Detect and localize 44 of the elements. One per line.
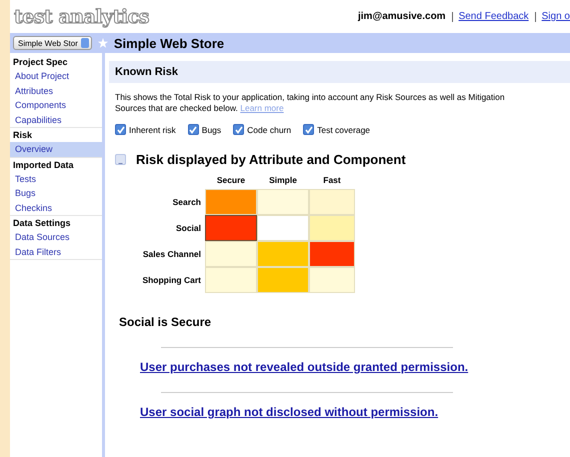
sidebar-item[interactable]: Overview — [10, 142, 102, 156]
sidebar-item[interactable]: Checkins — [10, 200, 102, 215]
column-header: Fast — [322, 175, 342, 187]
heatmap-cell[interactable] — [205, 215, 257, 241]
row-header: Search — [172, 196, 202, 209]
panel-title: Known Risk — [109, 61, 570, 83]
detail-title: Social is Secure — [118, 314, 212, 329]
capability-link[interactable]: User social graph not disclosed without permission. — [109, 393, 570, 419]
column-header: Simple — [268, 175, 298, 187]
collapse-icon[interactable] — [115, 154, 126, 165]
sidebar-item[interactable]: Tests — [10, 172, 102, 186]
checkbox[interactable] — [115, 124, 126, 135]
row-header: Social — [174, 222, 202, 235]
user-email: jim@amusive.com — [358, 11, 446, 22]
sidebar-item[interactable]: About Project — [10, 69, 102, 84]
description: This shows the Total Risk to your application, taking into account any Risk Sources as well as Mitigation Sources that are checked below. Learn more — [114, 91, 506, 114]
capability-link[interactable]: User purchases not revealed outside granted permission. — [109, 348, 570, 374]
sidebar-item[interactable]: Components — [10, 98, 102, 112]
row-header: Shopping Cart — [141, 274, 202, 287]
sidebar-heading: Data Settings — [12, 217, 72, 230]
sidebar-item[interactable]: Data Filters — [10, 244, 102, 259]
checkbox-label: Test coverage — [317, 124, 370, 134]
checkbox[interactable] — [303, 124, 314, 135]
sidebar-heading: Imported Data — [12, 158, 75, 172]
row-header: Sales Channel — [142, 248, 202, 261]
sidebar-item[interactable]: Bugs — [10, 186, 102, 200]
project-selector[interactable]: Simple Web Stor — [13, 36, 92, 50]
sidebar-heading: Project Spec — [12, 56, 69, 69]
section-title: Risk displayed by Attribute and Component — [136, 152, 406, 167]
sidebar-item[interactable]: Capabilities — [10, 112, 102, 127]
header-link[interactable]: Sign o — [542, 11, 570, 22]
column-header: Secure — [216, 175, 246, 187]
sidebar-item[interactable]: Attributes — [10, 84, 102, 98]
checkbox[interactable] — [233, 124, 244, 135]
checkbox-label: Inherent risk — [129, 124, 176, 134]
sidebar-item[interactable]: Data Sources — [10, 230, 102, 244]
project-title: Simple Web Store — [114, 36, 224, 50]
checkbox-label: Code churn — [247, 124, 292, 134]
app-logo: test analytics — [14, 6, 149, 28]
header-link[interactable]: Send Feedback — [458, 11, 529, 22]
checkbox[interactable] — [188, 124, 199, 135]
sidebar-heading: Risk — [12, 129, 34, 142]
checkbox-label: Bugs — [202, 124, 222, 134]
star-icon[interactable] — [98, 38, 108, 48]
